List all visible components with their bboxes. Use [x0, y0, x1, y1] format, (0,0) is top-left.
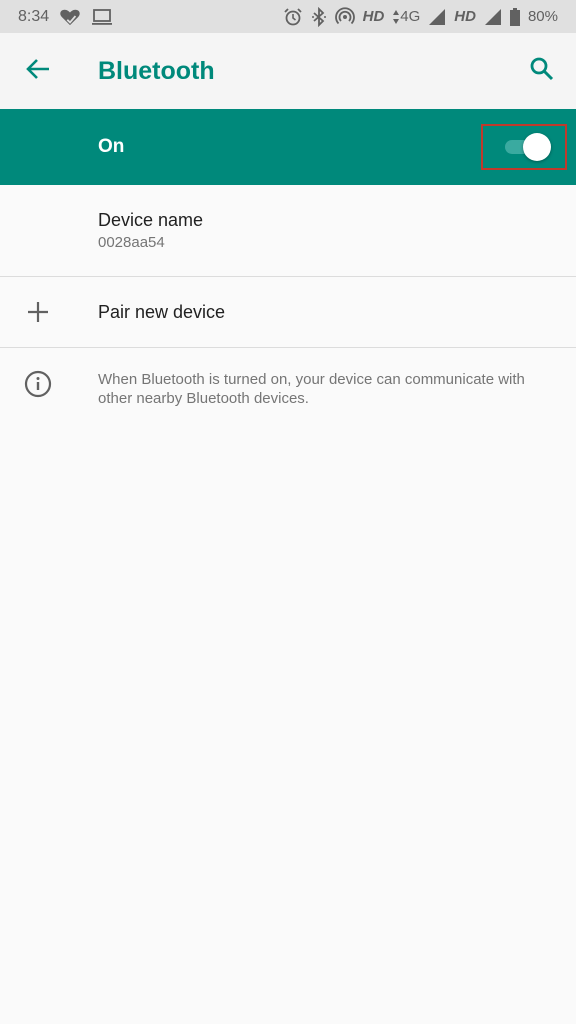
battery-percent: 80%: [527, 8, 558, 25]
device-name-item[interactable]: Device name 0028aa54: [0, 185, 576, 276]
info-text: When Bluetooth is turned on, your device…: [98, 371, 525, 407]
device-name-value: 0028aa54: [98, 234, 165, 251]
alarm-icon: [283, 7, 303, 27]
status-time: 8:34: [18, 7, 50, 25]
info-footer: When Bluetooth is turned on, your device…: [0, 348, 576, 428]
battery-icon: [509, 7, 520, 27]
toggle-thumb: [523, 133, 551, 161]
bluetooth-master-switch-bar[interactable]: On: [0, 109, 576, 185]
page-title: Bluetooth: [98, 57, 215, 85]
health-heart-check-icon: [59, 7, 81, 27]
app-bar: Bluetooth: [0, 33, 576, 109]
back-button[interactable]: [20, 55, 56, 87]
network-type: 4G: [400, 8, 421, 25]
info-icon: [22, 368, 54, 400]
status-left: 8:34: [0, 7, 113, 27]
device-name-title: Device name: [98, 210, 204, 230]
search-icon: [529, 56, 555, 87]
laptop-icon: [91, 7, 113, 27]
signal-icon: [428, 7, 446, 27]
data-arrows-icon: [392, 7, 400, 27]
bluetooth-icon: [311, 6, 327, 27]
bluetooth-toggle[interactable]: [505, 133, 551, 161]
hd-indicator-2: HD: [454, 8, 476, 25]
plus-icon: [22, 296, 54, 328]
master-switch-label: On: [98, 136, 125, 157]
search-button[interactable]: [526, 55, 558, 87]
hotspot-icon: [334, 6, 355, 27]
status-bar: 8:34 HD 4G HD 80%: [0, 0, 576, 33]
hd-indicator: HD: [362, 8, 385, 25]
status-right: HD 4G HD 80%: [283, 6, 576, 27]
arrow-back-icon: [25, 58, 51, 85]
signal-icon-2: [484, 7, 502, 27]
pair-new-device-label: Pair new device: [98, 302, 226, 322]
pair-new-device-item[interactable]: Pair new device: [0, 277, 576, 347]
